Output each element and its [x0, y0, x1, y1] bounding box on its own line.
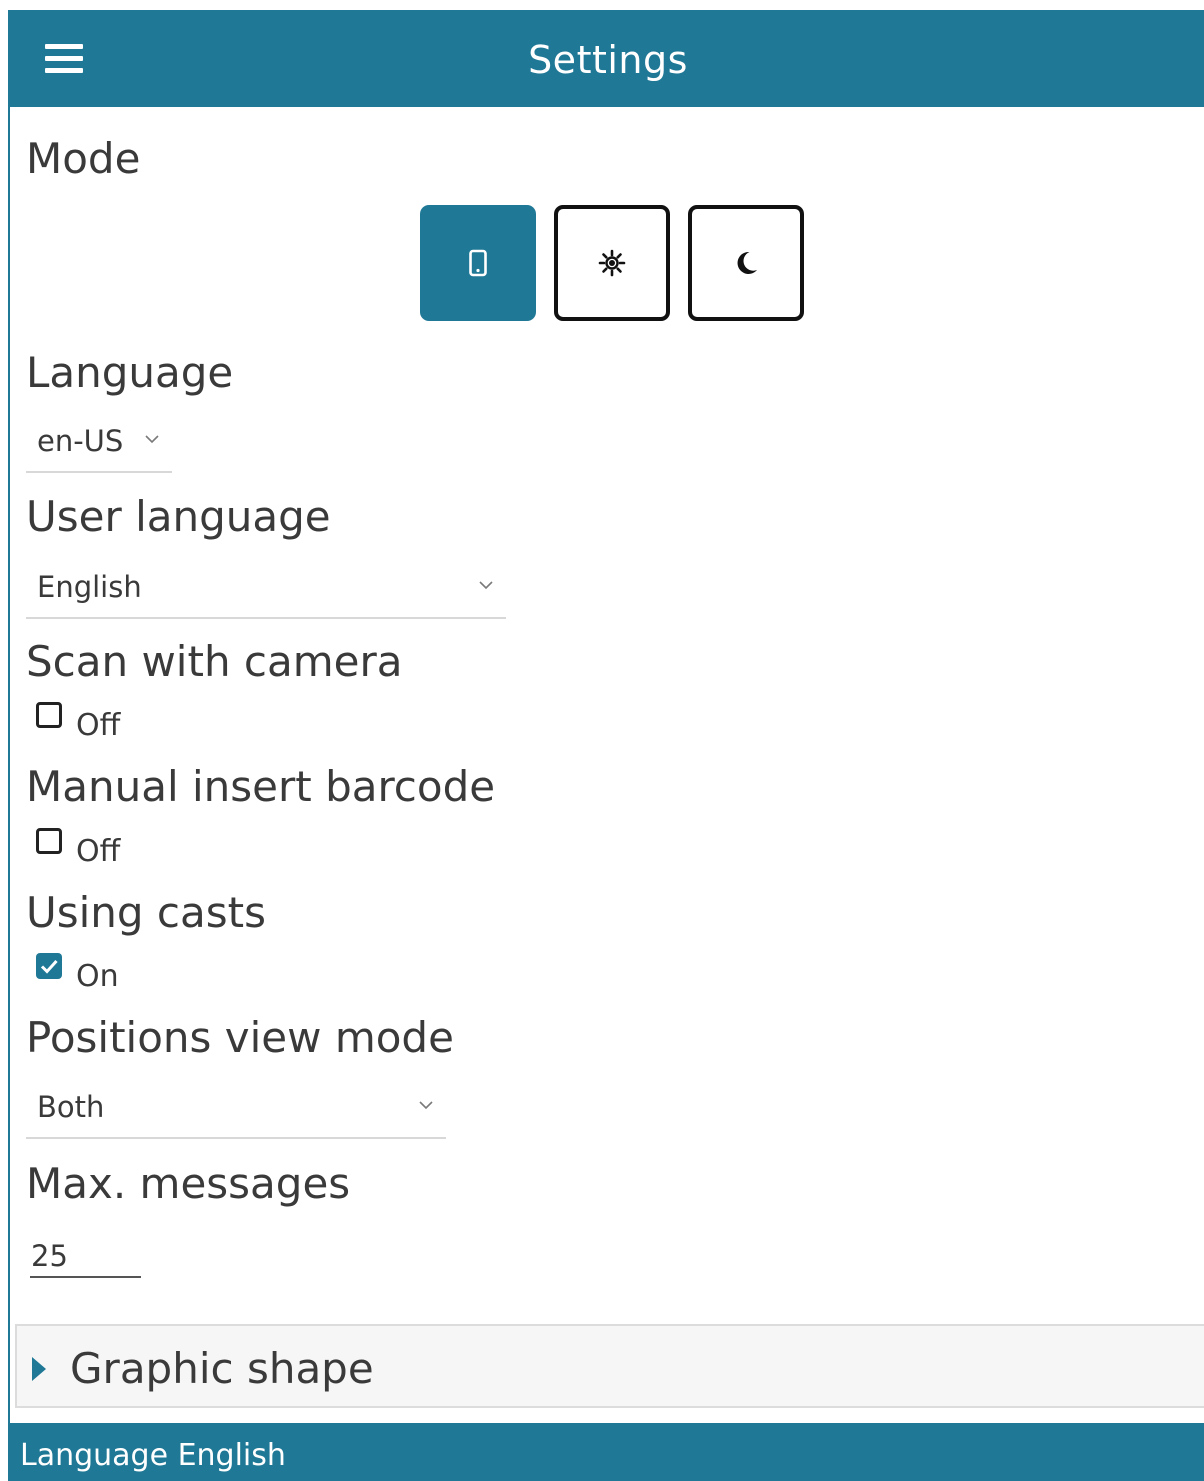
max-messages-input[interactable] — [30, 1230, 141, 1278]
chevron-down-icon — [145, 435, 159, 444]
sun-icon — [598, 249, 626, 277]
user-language-select-value: English — [37, 570, 142, 604]
chevron-down-icon — [479, 581, 493, 590]
user-language-label: User language — [26, 492, 331, 541]
checkbox-unchecked-icon[interactable] — [36, 702, 62, 728]
chevron-down-icon — [419, 1101, 433, 1110]
language-select[interactable]: en-US — [26, 417, 172, 473]
max-messages-label: Max. messages — [26, 1159, 351, 1208]
top-app-bar: Settings — [10, 10, 1204, 107]
language-select-value: en-US — [37, 424, 124, 458]
checkmark-icon — [40, 959, 58, 974]
page-title: Settings — [528, 38, 688, 82]
scan-with-camera-state: Off — [76, 708, 121, 743]
graphic-shape-label: Graphic shape — [70, 1344, 374, 1393]
using-casts-state: On — [76, 959, 119, 994]
using-casts-label: Using casts — [26, 888, 266, 937]
caret-right-icon — [32, 1357, 46, 1381]
language-label: Language — [26, 348, 234, 397]
moon-icon — [737, 251, 757, 274]
positions-view-mode-select-value: Both — [37, 1090, 105, 1124]
checkbox-checked-icon[interactable] — [36, 953, 62, 979]
mode-label: Mode — [26, 134, 141, 183]
scan-with-camera-label: Scan with camera — [26, 637, 403, 686]
mode-dark-button[interactable] — [688, 205, 804, 321]
manual-insert-barcode-label: Manual insert barcode — [26, 762, 496, 811]
positions-view-mode-select[interactable]: Both — [26, 1083, 446, 1139]
mode-device-button[interactable] — [420, 205, 536, 321]
status-bar: Language English — [10, 1423, 1204, 1481]
settings-screen: Settings Mode Language en-US User langua… — [8, 10, 1204, 1481]
positions-view-mode-label: Positions view mode — [26, 1013, 454, 1062]
user-language-select[interactable]: English — [26, 563, 506, 619]
checkbox-unchecked-icon[interactable] — [36, 828, 62, 854]
graphic-shape-accordion[interactable]: Graphic shape — [15, 1324, 1204, 1408]
phone-icon — [469, 249, 487, 277]
status-text: Language English — [20, 1438, 286, 1473]
mode-light-button[interactable] — [554, 205, 670, 321]
manual-insert-barcode-state: Off — [76, 834, 121, 869]
